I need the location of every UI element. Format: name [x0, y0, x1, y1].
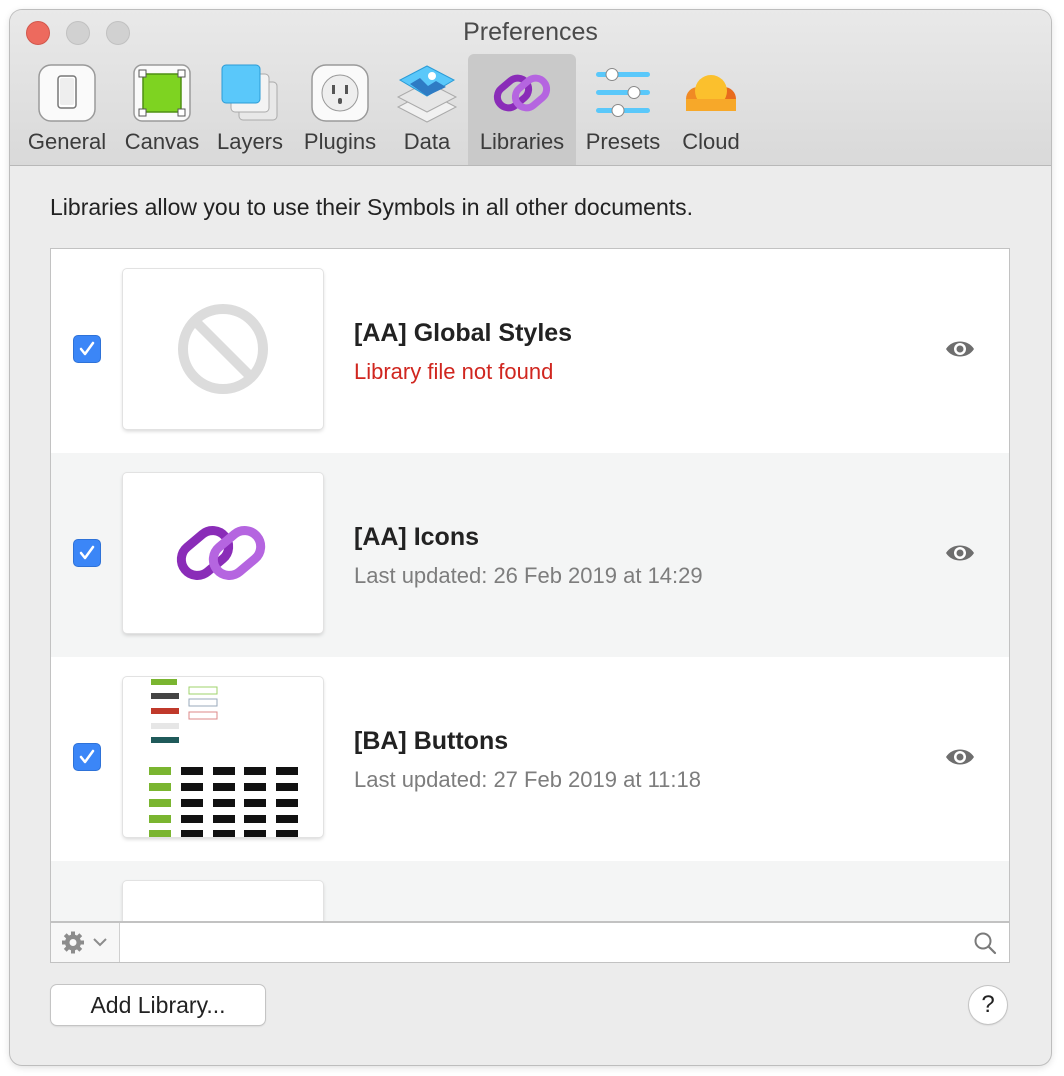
- link-icon: [176, 526, 266, 580]
- tab-general[interactable]: General: [24, 54, 110, 165]
- libraries-link-icon: [491, 62, 553, 124]
- titlebar: Preferences General Canvas Layers Plugin…: [10, 10, 1051, 166]
- search-icon[interactable]: [973, 931, 997, 960]
- library-list-toolbar: [50, 922, 1010, 963]
- preferences-window: Preferences General Canvas Layers Plugin…: [10, 10, 1051, 1065]
- library-list[interactable]: [AA] Global Styles Library file not foun…: [50, 248, 1010, 922]
- window-title: Preferences: [463, 18, 598, 46]
- tab-label: Canvas: [124, 129, 200, 154]
- plug-socket-icon: [309, 62, 371, 124]
- library-name: [AA] Global Styles: [354, 319, 573, 347]
- tab-layers[interactable]: Layers: [208, 54, 292, 165]
- tab-label: Cloud: [682, 129, 740, 154]
- gear-icon: [62, 931, 107, 954]
- eye-icon[interactable]: [944, 541, 976, 565]
- buttons-preview: [149, 679, 298, 837]
- library-row[interactable]: [AA] Icons Last updated: 26 Feb 2019 at …: [51, 453, 1009, 657]
- sliders-icon: [592, 62, 654, 124]
- library-enabled-checkbox[interactable]: [73, 335, 101, 363]
- canvas-icon: [131, 62, 193, 124]
- tab-canvas[interactable]: Canvas: [118, 54, 206, 165]
- tab-label: Data: [403, 129, 451, 154]
- library-thumbnail: [123, 677, 323, 837]
- tab-data[interactable]: Data: [388, 54, 466, 165]
- library-enabled-checkbox[interactable]: [73, 539, 101, 567]
- library-enabled-checkbox[interactable]: [73, 743, 101, 771]
- tab-label: Plugins: [303, 129, 377, 154]
- library-thumbnail: [123, 269, 323, 429]
- tab-label: Libraries: [479, 129, 565, 154]
- general-icon: [36, 62, 98, 124]
- libraries-description: Libraries allow you to use their Symbols…: [50, 194, 694, 220]
- library-status: Last updated: 27 Feb 2019 at 11:18: [354, 767, 701, 792]
- eye-icon[interactable]: [944, 337, 976, 361]
- tab-label: Layers: [216, 129, 284, 154]
- library-row[interactable]: [BA] Buttons Last updated: 27 Feb 2019 a…: [51, 657, 1009, 861]
- library-status: Library file not found: [354, 359, 554, 384]
- tab-plugins[interactable]: Plugins: [296, 54, 384, 165]
- eye-icon[interactable]: [944, 745, 976, 769]
- tab-presets[interactable]: Presets: [580, 54, 666, 165]
- add-library-button[interactable]: Add Library...: [51, 985, 265, 1025]
- library-thumbnail: [123, 881, 323, 921]
- library-row[interactable]: [51, 861, 1009, 921]
- data-icon: [396, 62, 458, 124]
- tab-libraries[interactable]: Libraries: [468, 54, 576, 165]
- layers-icon: [219, 62, 281, 124]
- library-filter-field[interactable]: [121, 923, 961, 962]
- library-name: [AA] Icons: [354, 523, 479, 551]
- tab-label: Presets: [585, 129, 661, 154]
- no-entry-icon: [178, 304, 268, 394]
- chevron-down-icon: [93, 938, 107, 947]
- library-row[interactable]: [AA] Global Styles Library file not foun…: [51, 249, 1009, 453]
- cloud-icon: [680, 62, 742, 124]
- library-status: Last updated: 26 Feb 2019 at 14:29: [354, 563, 703, 588]
- tab-cloud[interactable]: Cloud: [670, 54, 752, 165]
- library-thumbnail: [123, 473, 323, 633]
- library-name: [BA] Buttons: [354, 727, 509, 755]
- tab-label: General: [27, 129, 107, 154]
- help-button[interactable]: ?: [969, 986, 1007, 1024]
- gear-menu-button[interactable]: [51, 923, 120, 962]
